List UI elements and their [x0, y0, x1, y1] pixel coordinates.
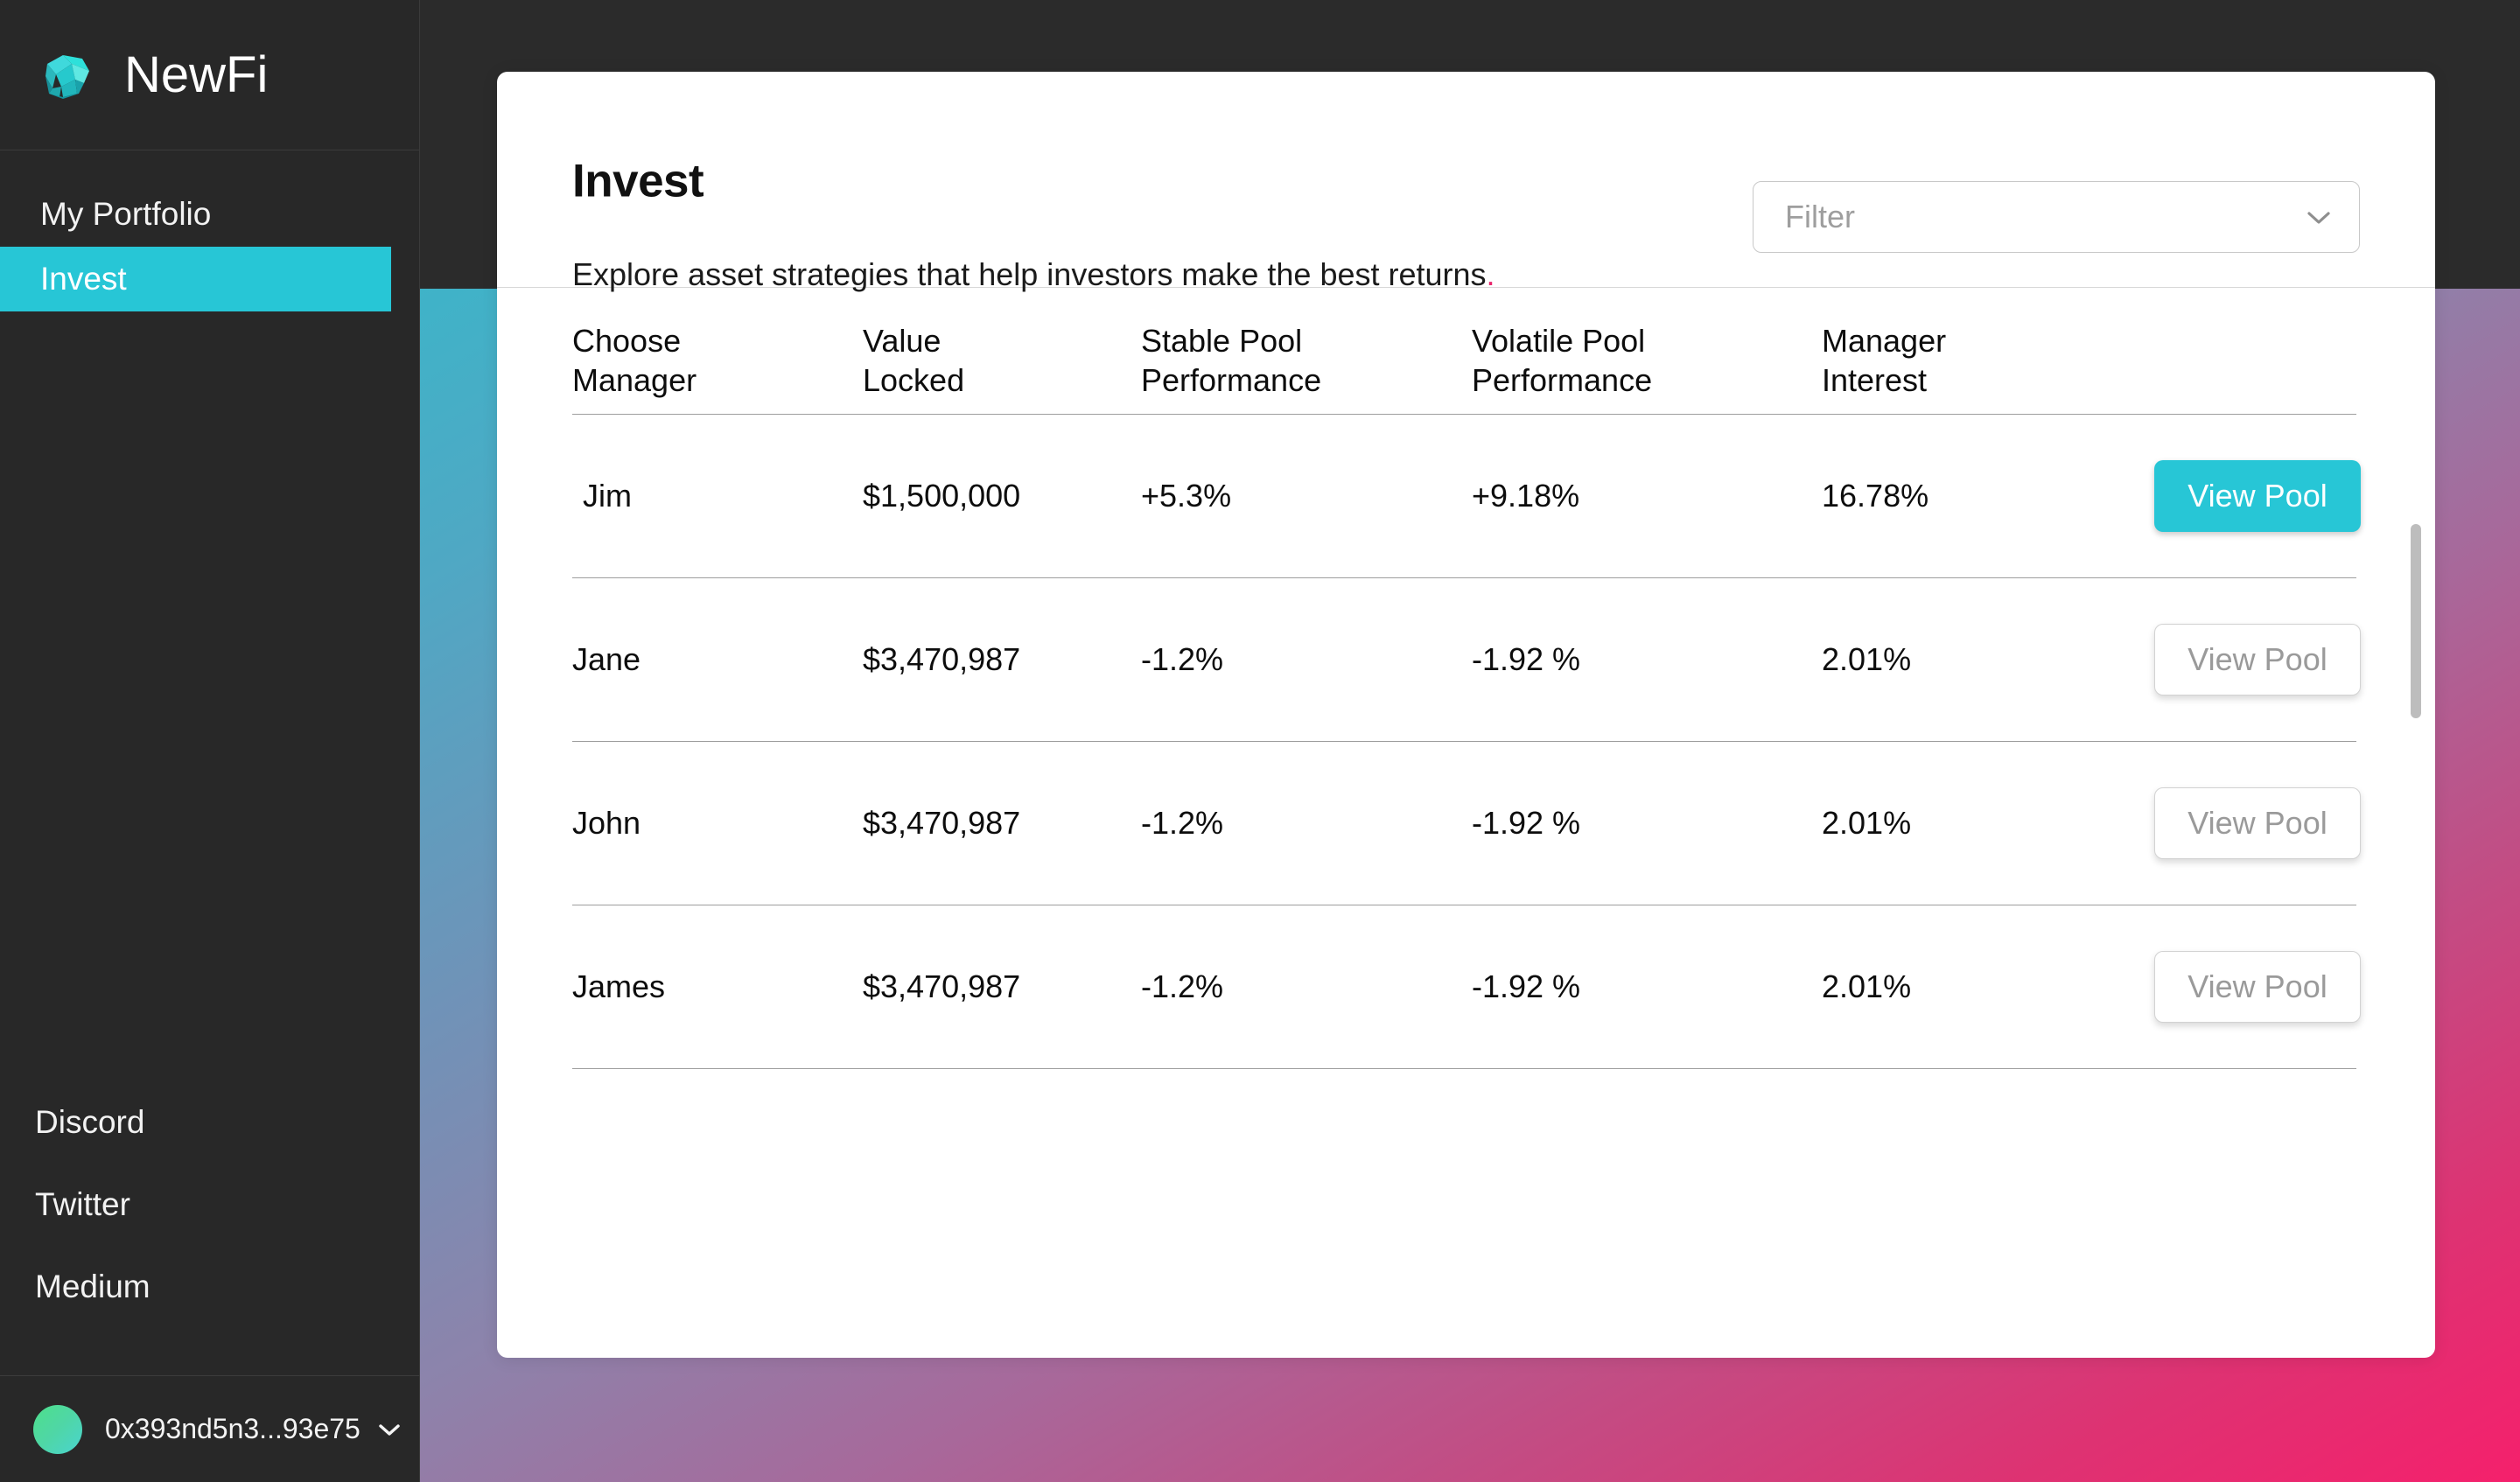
table-row[interactable]: Jim $1,500,000 +5.3% +9.18% 16.78% View …: [572, 415, 2361, 578]
column-header-line1: Value: [863, 323, 942, 359]
cell-action: View Pool: [2154, 624, 2361, 696]
cell-volatile-performance: -1.92 %: [1472, 968, 1581, 1004]
sidebar-link-discord[interactable]: Discord: [0, 1081, 420, 1164]
invest-card: Invest Explore asset strategies that hel…: [497, 72, 2435, 1358]
cell-manager-interest: 2.01%: [1822, 641, 1912, 677]
cell-stable-performance: +5.3%: [1141, 478, 1232, 514]
wallet-address: 0x393nd5n3...93e75: [105, 1413, 360, 1444]
cell-manager-name: Jim: [583, 478, 632, 514]
cell-stable-performance: -1.2%: [1141, 641, 1224, 677]
cell-stable-performance: -1.2%: [1141, 968, 1224, 1004]
column-header-choose-manager: Choose Manager: [572, 321, 863, 401]
view-pool-button[interactable]: View Pool: [2154, 787, 2361, 859]
sidebar-link-twitter[interactable]: Twitter: [0, 1164, 420, 1246]
column-header-line2: Performance: [1141, 362, 1322, 399]
table-row[interactable]: Jane $3,470,987 -1.2% -1.92 % 2.01% View…: [572, 578, 2361, 742]
cell-action: View Pool: [2154, 460, 2361, 532]
page-title: Invest: [572, 155, 704, 207]
sidebar-link-label: Discord: [35, 1104, 145, 1140]
sidebar-social-links: Discord Twitter Medium: [0, 1081, 420, 1328]
column-header-line2: Locked: [863, 362, 965, 399]
column-header-line2: Interest: [1822, 362, 1928, 399]
cell-value-locked: $3,470,987: [863, 805, 1021, 841]
cell-volatile-performance: -1.92 %: [1472, 805, 1581, 841]
sidebar-link-label: Medium: [35, 1269, 150, 1304]
managers-table: Choose Manager Value Locked Stable Pool …: [497, 288, 2435, 1069]
sidebar-item-label: My Portfolio: [40, 196, 212, 232]
cell-manager-name: Jane: [572, 641, 641, 677]
cell-action: View Pool: [2154, 787, 2361, 859]
column-header-line2: Performance: [1472, 362, 1653, 399]
sidebar-link-medium[interactable]: Medium: [0, 1246, 420, 1328]
column-header-manager-interest: Manager Interest: [1822, 321, 2154, 401]
sidebar-nav: My Portfolio Invest: [0, 150, 419, 311]
cell-volatile-performance: -1.92 %: [1472, 641, 1581, 677]
brand[interactable]: NewFi: [0, 0, 419, 150]
cell-volatile-performance: +9.18%: [1472, 478, 1580, 514]
view-pool-button[interactable]: View Pool: [2154, 624, 2361, 696]
cell-action: View Pool: [2154, 951, 2361, 1023]
cell-manager-name: James: [572, 968, 666, 1004]
view-pool-button[interactable]: View Pool: [2154, 951, 2361, 1023]
cell-manager-interest: 2.01%: [1822, 968, 1912, 1004]
page-subtitle-text: Explore asset strategies that help inves…: [572, 256, 1487, 292]
sidebar-item-invest[interactable]: Invest: [0, 247, 391, 311]
column-header-volatile-pool-performance: Volatile Pool Performance: [1472, 321, 1822, 401]
avatar: [33, 1404, 82, 1454]
table-scrollbar[interactable]: [2397, 515, 2435, 1163]
filter-placeholder: Filter: [1785, 199, 1855, 234]
cell-value-locked: $3,470,987: [863, 641, 1021, 677]
cell-manager-name: John: [572, 805, 641, 841]
chevron-down-icon[interactable]: [2306, 210, 2331, 225]
wallet-button[interactable]: 0x393nd5n3...93e75: [0, 1375, 420, 1482]
brand-name: NewFi: [124, 46, 269, 103]
cell-manager-interest: 2.01%: [1822, 805, 1912, 841]
cell-value-locked: $1,500,000: [863, 478, 1021, 514]
cell-stable-performance: -1.2%: [1141, 805, 1224, 841]
table-header-row: Choose Manager Value Locked Stable Pool …: [572, 288, 2356, 415]
filter-dropdown[interactable]: Filter: [1753, 181, 2360, 253]
sidebar: NewFi My Portfolio Invest Discord Twitte…: [0, 0, 420, 1482]
column-header-line1: Manager: [1822, 323, 1947, 359]
column-header-value-locked: Value Locked: [863, 321, 1141, 401]
column-header-stable-pool-performance: Stable Pool Performance: [1141, 321, 1472, 401]
table-row[interactable]: John $3,470,987 -1.2% -1.92 % 2.01% View…: [572, 742, 2361, 905]
chevron-down-icon[interactable]: [378, 1423, 401, 1437]
table-row[interactable]: James $3,470,987 -1.2% -1.92 % 2.01% Vie…: [572, 905, 2361, 1069]
view-pool-button[interactable]: View Pool: [2154, 460, 2361, 532]
column-header-line2: Manager: [572, 362, 697, 399]
gem-icon: [40, 45, 102, 106]
cell-manager-interest: 16.78%: [1822, 478, 1929, 514]
sidebar-link-label: Twitter: [35, 1186, 130, 1222]
column-header-line1: Volatile Pool: [1472, 323, 1646, 359]
sidebar-item-label: Invest: [40, 261, 127, 297]
card-header: Invest Explore asset strategies that hel…: [497, 72, 2435, 292]
table-scrollbar-thumb[interactable]: [2411, 524, 2421, 718]
column-header-line1: Choose: [572, 323, 682, 359]
page-subtitle-accent-dot: .: [1486, 256, 1495, 292]
column-header-line1: Stable Pool: [1141, 323, 1303, 359]
cell-value-locked: $3,470,987: [863, 968, 1021, 1004]
sidebar-item-my-portfolio[interactable]: My Portfolio: [0, 182, 419, 247]
